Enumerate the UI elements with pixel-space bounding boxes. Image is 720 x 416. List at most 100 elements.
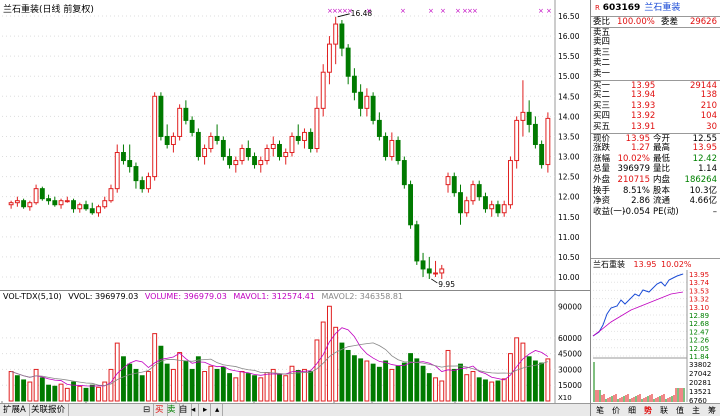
mini-tab[interactable]: 筹 [705,405,719,416]
signal-marker: × [538,7,544,15]
candle [545,112,551,173]
bid-label: 买四 [593,111,611,122]
mini-tab[interactable]: 值 [673,405,687,416]
volume-value: VOLUME: 396979.03 [144,292,227,301]
arrow-up-icon: ▴ [215,405,220,415]
volume-bar [464,374,470,402]
kline-chart[interactable]: 16.50 16.00 15.50 15.00 14.50 14.00 13.50 13.00… [0,0,590,290]
volume-bar [252,375,257,402]
signal-marker: × [455,7,461,15]
signal-marker: × [347,7,353,15]
volume-bar [501,378,507,402]
candle [39,186,45,201]
stat-row: 外盘 210715 内盘 186264 [591,175,720,186]
price-tick-label: 16.50 [558,12,580,21]
stat-value: – [712,206,717,217]
candle [345,44,351,85]
nav-up-button[interactable]: ▴ [212,404,224,416]
mini-tab[interactable]: 价 [609,405,623,416]
volume-bar [408,353,414,402]
volume-bar [264,372,270,402]
mini-price-tick: 13.74 [689,279,710,287]
candle [464,196,470,217]
volume-bar [258,377,264,402]
mini-price-tick: 12.89 [689,312,709,320]
volume-bar [476,377,482,402]
mini-price-tick: 13.95 [689,271,709,279]
price-tick-label: 13.00 [558,153,580,162]
stat-row: 现价 13.95 今开 12.55 [591,132,720,144]
stat-row: 涨幅 10.02% 最低 12.42 [591,154,720,165]
ask-row: 卖二 [591,58,720,69]
candle-body [177,107,183,137]
volume-bar [245,373,251,402]
mini-price-tick: 13.10 [689,304,709,312]
candle-body [245,148,251,158]
price-tick-label: 14.50 [558,92,580,101]
volume-panel[interactable]: VOL-TDX(5,10) VVOL: 396979.03 VOLUME: 39… [0,290,590,403]
volume-bar [370,363,376,402]
candle [83,200,89,211]
volume-bar [358,358,364,402]
candle [539,140,545,169]
candle [470,180,476,205]
stat-label: PE(动) [653,206,679,217]
volume-header: VOL-TDX(5,10) VVOL: 396979.03 VOLUME: 39… [3,292,403,301]
volume-bar [420,365,426,402]
volume-bar [470,371,476,402]
candle-body [395,139,401,162]
price-tick-label: 15.50 [558,52,580,61]
ask-row: 卖四 [591,37,720,48]
stat-label: 涨跌 [593,143,611,154]
candle-body [114,152,120,190]
mini-tab[interactable]: 联 [657,405,671,416]
mini-price-tick: 13.53 [689,287,709,295]
nav-right-button[interactable]: ▸ [200,404,212,416]
nav-left-button[interactable]: ◂ [188,404,200,416]
volume-bar [58,383,64,402]
candle-body [258,160,264,166]
candle-body [532,123,538,145]
price-tick-label: 16.00 [558,32,580,41]
volume-bar [277,374,282,402]
candle [420,252,426,277]
bid-volume: 104 [700,111,717,122]
tab-related-quote[interactable]: 关联报价 [28,404,70,416]
candle [351,68,357,101]
candle [451,172,457,197]
quote-table: 委比 100.00% 委差 29626 卖五 卖四 卖三 卖二 卖一 买一 13.95 29144 买二… [591,16,720,217]
candle [489,200,495,217]
candle-body [52,200,58,206]
mini-tab[interactable]: 细 [625,405,639,416]
volume-bar [77,385,83,402]
volume-bar [507,353,513,402]
intraday-mini-chart[interactable]: 13.9513.7413.5313.3213.1012.8912.6812.47… [591,270,720,416]
candlestick-panel[interactable]: 兰石重装(日线 前复权) 16.50 16.00 15.50 15.00 14.50 14… [0,0,590,290]
volume-bar [39,377,45,402]
candle [158,92,164,141]
stat-label: 净资 [593,196,611,207]
mini-volume-tick: 33802 [689,361,711,369]
mini-volume-tick: 20281 [689,379,711,387]
candle [152,92,158,181]
mini-price-tick: 12.05 [689,345,709,353]
candle [395,136,401,165]
candle [320,64,326,117]
period-label: (日线 前复权) [39,5,94,15]
candle [102,196,108,209]
mini-tab[interactable]: 势 [641,405,655,416]
mini-tab[interactable]: 笔 [593,405,607,416]
candle-body [345,47,351,77]
tab-extension-a[interactable]: 扩展A [0,404,30,416]
mini-tab[interactable]: 主 [689,405,703,416]
bid-price: 13.91 [631,121,656,132]
volume-chart[interactable]: 60000 45000 30000 15000 90000 X10 [0,291,590,403]
volume-bar [345,349,351,402]
candle-body [233,160,239,166]
candle-body [545,117,551,166]
candle-body [383,135,389,158]
volume-bar [383,360,389,402]
candle-body [145,176,151,190]
bid-label: 买三 [593,100,611,111]
volume-bar [433,377,438,402]
